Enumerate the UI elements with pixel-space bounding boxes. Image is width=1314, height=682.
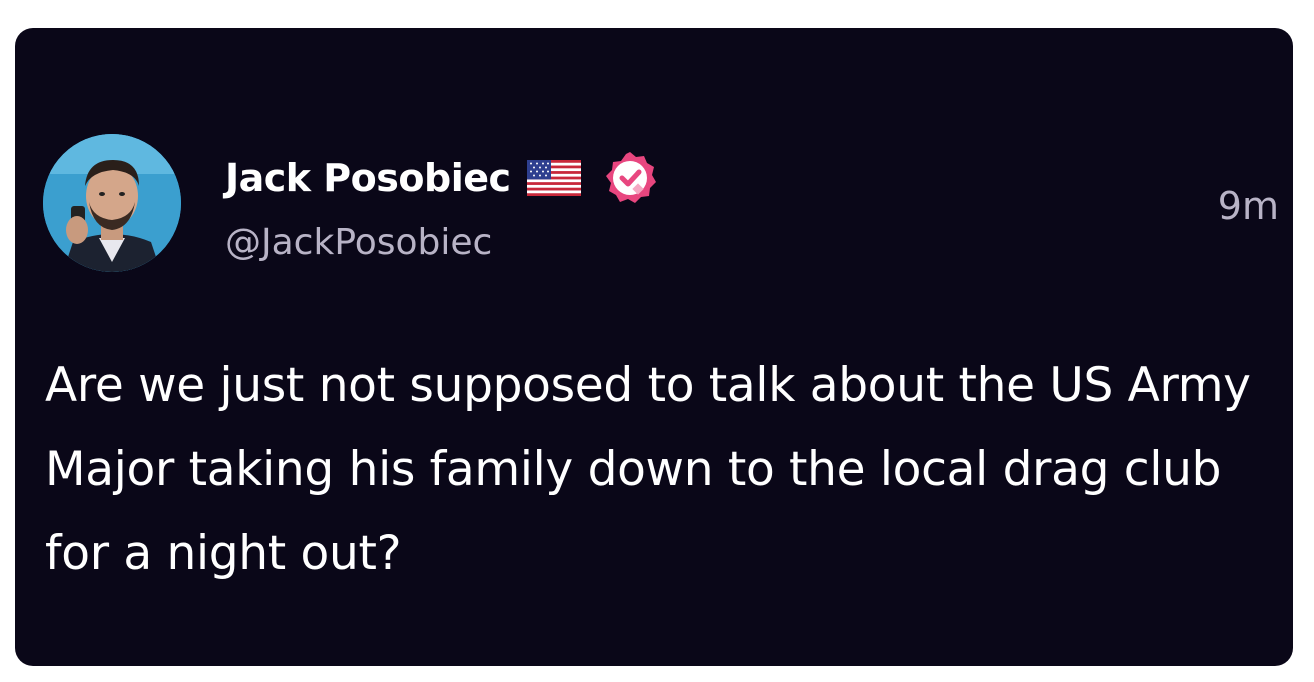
avatar[interactable] (43, 134, 181, 272)
tweet-text: Are we just not supposed to talk about t… (45, 358, 1251, 581)
author-name[interactable]: Jack Posobiec (225, 156, 511, 200)
author-row: Jack Posobiec (225, 148, 659, 208)
timestamp[interactable]: 9m (1218, 184, 1279, 228)
us-flag-icon (526, 160, 581, 196)
author-handle[interactable]: @JackPosobiec (225, 222, 492, 263)
tweet-card[interactable]: Jack Posobiec @JackPosobiec 9m Are we ju… (15, 28, 1293, 666)
verified-badge-icon (605, 152, 656, 203)
